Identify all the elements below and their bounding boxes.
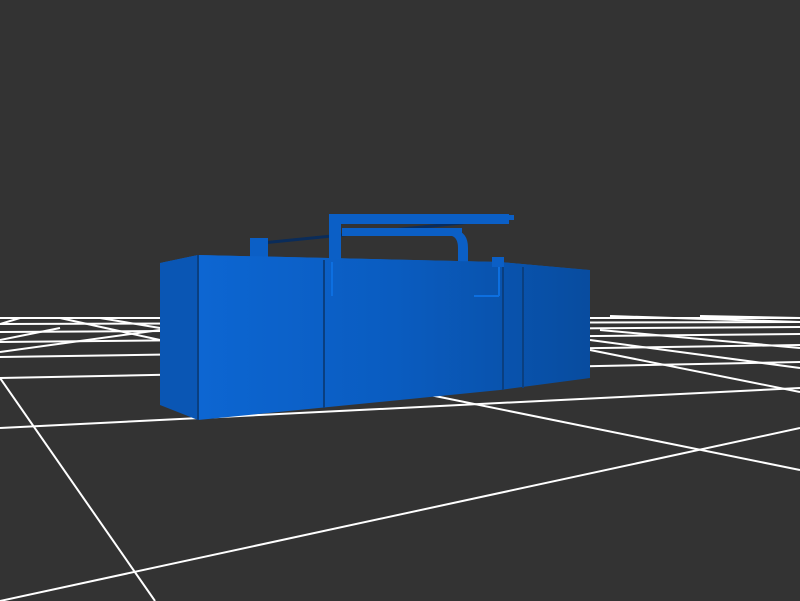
left-end-face: [160, 255, 198, 420]
knob: [492, 257, 504, 267]
front-face: [198, 255, 590, 420]
scene-canvas[interactable]: [0, 0, 800, 601]
antenna-mount: [250, 238, 268, 258]
carry-handle: [329, 214, 509, 265]
3d-viewport[interactable]: [0, 0, 800, 601]
boombox-model[interactable]: [160, 214, 590, 420]
